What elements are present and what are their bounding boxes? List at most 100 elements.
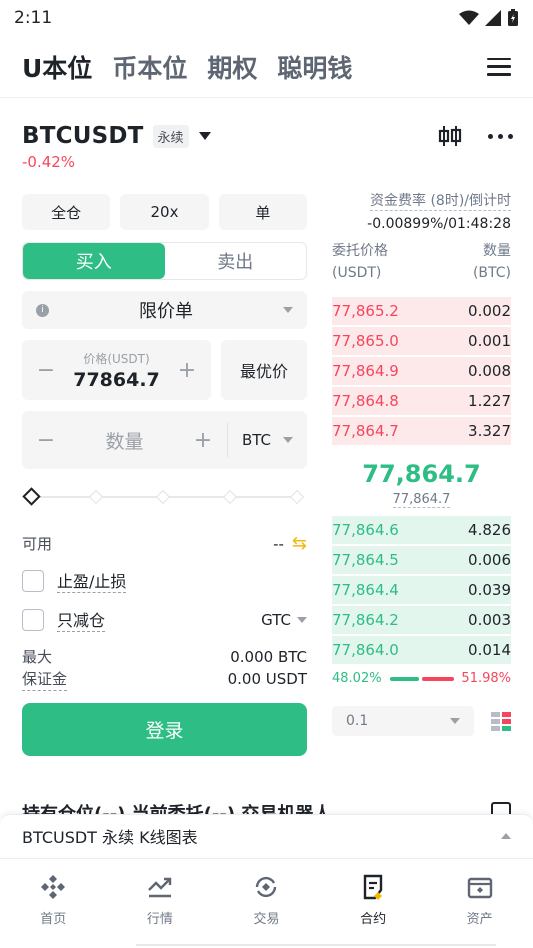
orderbook-layout-icon[interactable] bbox=[491, 711, 511, 731]
orderbook-header: 委托价格 (USDT) 数量 (BTC) bbox=[332, 240, 511, 284]
nav-trade[interactable]: 交易 bbox=[213, 859, 320, 938]
positions-tabs-label[interactable]: 持有仓位(--) 当前委托(--) 交易机器人 bbox=[22, 804, 331, 814]
kline-chart-bar[interactable]: BTCUSDT 永续 K线图表 bbox=[0, 814, 533, 856]
tp-sl-option[interactable]: 止盈/止损 bbox=[22, 568, 307, 593]
bid-qty: 0.039 bbox=[468, 581, 511, 599]
tp-sl-checkbox[interactable] bbox=[22, 569, 44, 592]
bottom-nav: 首页 行情 交易 合约 资产 bbox=[0, 858, 533, 938]
price-input-value[interactable]: 77864.7 bbox=[73, 369, 160, 391]
bid-qty: 0.006 bbox=[468, 551, 511, 569]
order-type-select[interactable]: i 限价单 bbox=[22, 291, 307, 329]
slider-step[interactable] bbox=[222, 489, 238, 505]
depth-step-value: 0.1 bbox=[346, 713, 369, 729]
bid-qty: 0.003 bbox=[468, 611, 511, 629]
candlestick-icon[interactable] bbox=[438, 125, 462, 147]
reduce-only-option[interactable]: 只减仓 GTC bbox=[22, 607, 307, 632]
ask-row[interactable]: 77,864.8 1.227 bbox=[332, 386, 511, 416]
buy-tab[interactable]: 买入 bbox=[23, 243, 165, 279]
tab-coinm[interactable]: 币本位 bbox=[112, 49, 187, 85]
status-time: 2:11 bbox=[14, 8, 53, 28]
symbol-header: BTCUSDT 永续 bbox=[22, 118, 513, 154]
login-button[interactable]: 登录 bbox=[22, 703, 307, 756]
position-mode-button[interactable]: 单 bbox=[218, 194, 307, 230]
margin-value: 0.00 USDT bbox=[227, 670, 307, 688]
ask-qty: 1.227 bbox=[468, 392, 511, 410]
symbol-name[interactable]: BTCUSDT bbox=[22, 123, 144, 149]
info-icon[interactable]: i bbox=[36, 303, 49, 317]
ratio-bar-sell bbox=[421, 676, 454, 681]
expand-icon[interactable] bbox=[501, 832, 511, 839]
bid-price: 77,864.2 bbox=[332, 611, 399, 629]
ask-qty: 0.001 bbox=[468, 332, 511, 350]
qty-col-header: 数量 bbox=[483, 243, 511, 259]
tab-smart-money[interactable]: 聪明钱 bbox=[277, 49, 352, 85]
nav-markets[interactable]: 行情 bbox=[107, 859, 214, 938]
menu-icon[interactable] bbox=[487, 57, 511, 76]
trade-icon bbox=[256, 876, 277, 898]
transfer-icon[interactable]: ⇆ bbox=[292, 533, 307, 554]
nav-home[interactable]: 首页 bbox=[0, 859, 107, 938]
bid-row[interactable]: 77,864.2 0.003 bbox=[332, 605, 511, 635]
sell-tab[interactable]: 卖出 bbox=[165, 243, 307, 279]
price-col-unit: (USDT) bbox=[332, 265, 382, 281]
ask-qty: 3.327 bbox=[468, 422, 511, 440]
order-book: 资金费率 (8时)/倒计时 -0.00899%/01:48:28 委托价格 (U… bbox=[332, 190, 511, 736]
mark-price: 77,864.7 bbox=[332, 492, 511, 508]
bid-row[interactable]: 77,864.0 0.014 bbox=[332, 635, 511, 665]
nav-assets[interactable]: 资产 bbox=[426, 859, 533, 938]
nav-futures[interactable]: 合约 bbox=[320, 859, 427, 938]
status-icons bbox=[459, 9, 519, 27]
margin-label: 保证金 bbox=[22, 668, 68, 691]
slider-step[interactable] bbox=[289, 489, 305, 505]
time-in-force-select[interactable]: GTC bbox=[261, 611, 307, 629]
qty-increase-icon[interactable]: + bbox=[193, 428, 213, 453]
reduce-only-checkbox[interactable] bbox=[22, 608, 44, 631]
home-indicator bbox=[136, 944, 496, 946]
ask-qty: 0.002 bbox=[468, 302, 511, 320]
dropdown-icon bbox=[283, 307, 293, 313]
battery-icon bbox=[508, 9, 518, 26]
ask-price: 77,864.8 bbox=[332, 392, 399, 410]
ask-row[interactable]: 77,864.9 0.008 bbox=[332, 356, 511, 386]
dropdown-icon bbox=[450, 718, 460, 724]
ask-row[interactable]: 77,865.0 0.001 bbox=[332, 326, 511, 356]
ask-row[interactable]: 77,864.7 3.327 bbox=[332, 416, 511, 446]
bid-row[interactable]: 77,864.6 4.826 bbox=[332, 515, 511, 545]
more-icon[interactable] bbox=[488, 133, 513, 139]
ask-price: 77,864.9 bbox=[332, 362, 399, 380]
nav-assets-label: 资产 bbox=[466, 912, 493, 927]
bid-qty: 0.014 bbox=[468, 641, 511, 659]
amount-slider[interactable] bbox=[22, 487, 307, 506]
bid-row[interactable]: 77,864.5 0.006 bbox=[332, 545, 511, 575]
depth-step-select[interactable]: 0.1 bbox=[332, 706, 474, 736]
margin-mode-button[interactable]: 全仓 bbox=[22, 194, 111, 230]
funding-rate-label[interactable]: 资金费率 (8时)/倒计时 bbox=[370, 190, 511, 211]
leverage-button[interactable]: 20x bbox=[120, 194, 209, 230]
slider-step[interactable] bbox=[155, 489, 171, 505]
max-label: 最大 bbox=[22, 648, 53, 666]
ask-row[interactable]: 77,865.2 0.002 bbox=[332, 296, 511, 326]
slider-step[interactable] bbox=[88, 489, 104, 505]
best-price-button[interactable]: 最优价 bbox=[221, 340, 307, 400]
symbol-dropdown-icon[interactable] bbox=[198, 132, 211, 140]
futures-type-tabs: U本位 币本位 期权 聪明钱 bbox=[0, 36, 533, 98]
tab-usdm[interactable]: U本位 bbox=[22, 49, 92, 85]
wifi-icon bbox=[459, 10, 479, 25]
slider-handle[interactable] bbox=[22, 487, 41, 506]
price-decrease-icon[interactable]: − bbox=[36, 358, 56, 383]
tab-options[interactable]: 期权 bbox=[207, 49, 257, 85]
tif-label: GTC bbox=[261, 610, 291, 629]
quantity-input[interactable]: − 数量 + BTC bbox=[22, 411, 307, 469]
kline-chart-label: BTCUSDT 永续 K线图表 bbox=[22, 827, 198, 847]
price-increase-icon[interactable]: + bbox=[177, 358, 197, 383]
price-input[interactable]: − 价格(USDT) 77864.7 + bbox=[22, 340, 211, 400]
order-type-label: 限价单 bbox=[139, 301, 193, 322]
qty-unit-select[interactable]: BTC bbox=[242, 431, 293, 449]
buy-sell-toggle: 买入 卖出 bbox=[22, 242, 307, 280]
buy-sell-ratio: 48.02% 51.98% bbox=[332, 671, 511, 686]
ask-qty: 0.008 bbox=[468, 362, 511, 380]
bid-row[interactable]: 77,864.4 0.039 bbox=[332, 575, 511, 605]
wallet-icon bbox=[467, 877, 492, 899]
qty-decrease-icon[interactable]: − bbox=[36, 428, 56, 453]
orders-history-icon[interactable] bbox=[491, 802, 511, 814]
